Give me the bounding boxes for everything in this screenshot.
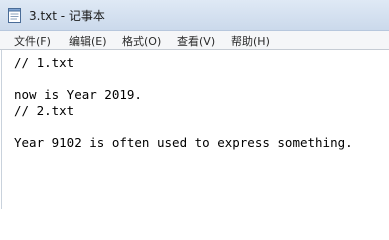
text-editor-area[interactable]: // 1.txt now is Year 2019. // 2.txt Year… — [1, 50, 389, 209]
menu-edit[interactable]: 编辑(E) — [69, 33, 107, 49]
menu-help[interactable]: 帮助(H) — [231, 33, 270, 49]
menu-view[interactable]: 查看(V) — [177, 33, 215, 49]
text-line-1: // 1.txt — [14, 55, 75, 70]
menu-bar: 文件(F) 编辑(E) 格式(O) 查看(V) 帮助(H) — [0, 31, 389, 50]
menu-file[interactable]: 文件(F) — [14, 33, 51, 49]
notepad-icon — [8, 8, 21, 23]
window-title: 3.txt - 记事本 — [29, 9, 105, 23]
notepad-window: 3.txt - 记事本 文件(F) 编辑(E) 格式(O) 查看(V) 帮助(H… — [0, 0, 389, 209]
text-line-3: now is Year 2019. — [14, 87, 142, 102]
text-line-6: Year 9102 is often used to express somet… — [14, 135, 353, 150]
menu-format[interactable]: 格式(O) — [122, 33, 161, 49]
text-line-4: // 2.txt — [14, 103, 75, 118]
title-bar[interactable]: 3.txt - 记事本 — [0, 0, 389, 31]
